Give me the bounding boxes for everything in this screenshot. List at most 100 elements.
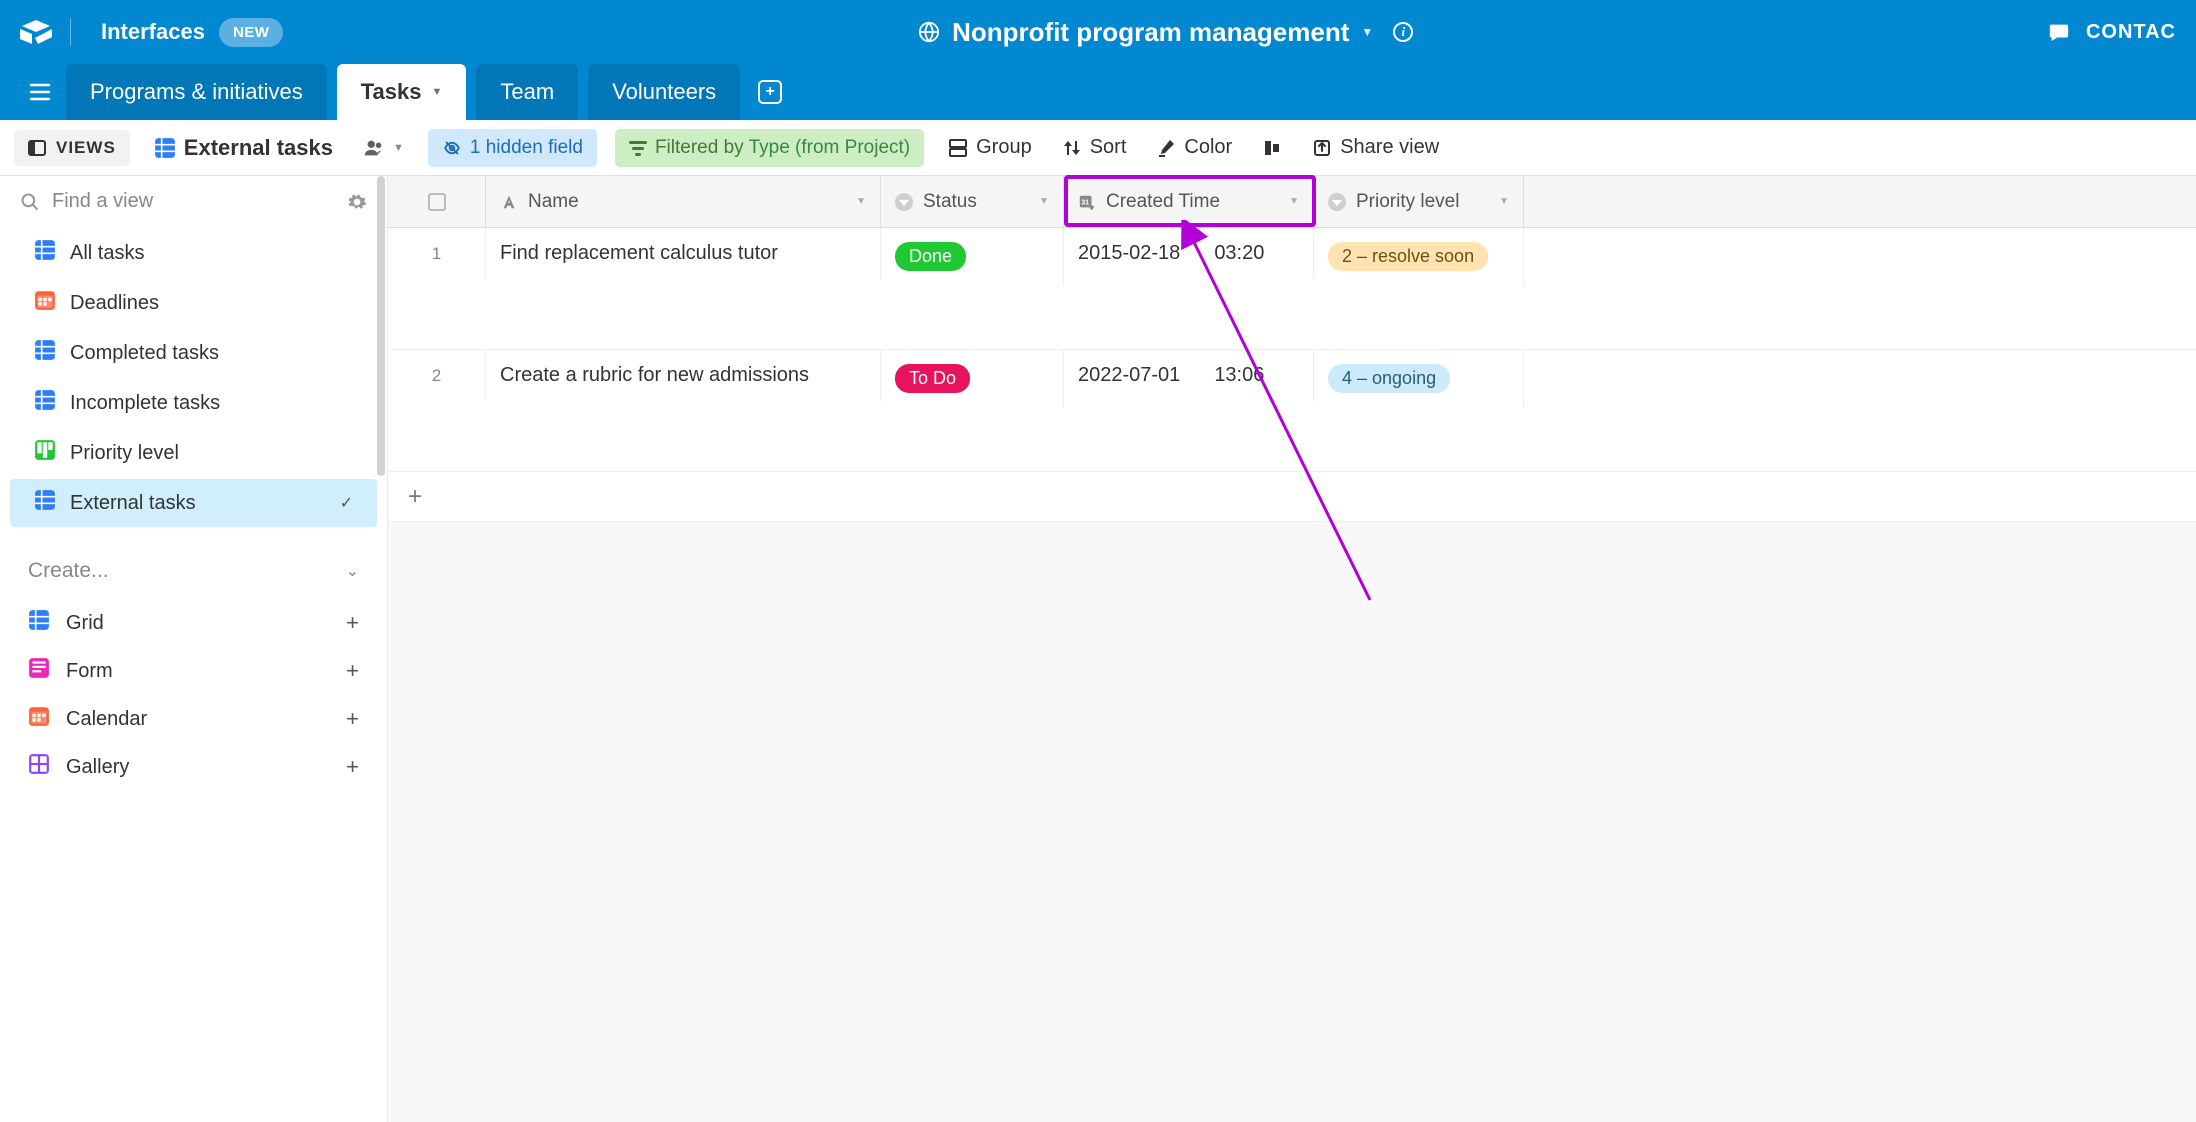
hidden-fields-label: 1 hidden field bbox=[470, 137, 583, 159]
tab-tasks[interactable]: Tasks▼ bbox=[337, 64, 467, 120]
check-icon: ✓ bbox=[340, 493, 353, 513]
grid-icon bbox=[28, 609, 50, 637]
gallery-icon bbox=[28, 753, 50, 781]
filter-button[interactable]: Filtered by Type (from Project) bbox=[615, 129, 924, 167]
hidden-fields-button[interactable]: 1 hidden field bbox=[428, 129, 597, 167]
globe-icon bbox=[918, 21, 940, 43]
column-header-status[interactable]: Status ▼ bbox=[881, 176, 1064, 227]
sort-button[interactable]: Sort bbox=[1056, 130, 1133, 165]
find-view-search[interactable]: Find a view bbox=[0, 176, 387, 227]
logo-icon[interactable] bbox=[20, 20, 52, 44]
grid-icon bbox=[34, 489, 56, 517]
eye-off-icon bbox=[442, 139, 462, 157]
info-icon[interactable]: i bbox=[1393, 22, 1413, 42]
chat-icon[interactable] bbox=[2048, 21, 2070, 43]
main-area: Find a view All tasks DeadlinesCompleted … bbox=[0, 176, 2196, 1122]
create-view-item[interactable]: Calendar + bbox=[0, 695, 387, 743]
chevron-down-icon[interactable]: ▼ bbox=[1499, 196, 1509, 207]
add-row-button[interactable]: + bbox=[388, 472, 2196, 522]
chevron-down-icon[interactable]: ▼ bbox=[856, 196, 866, 207]
group-icon bbox=[948, 138, 968, 158]
sidebar-view-item[interactable]: Incomplete tasks bbox=[10, 379, 377, 427]
sidebar-item-label: All tasks bbox=[70, 242, 144, 265]
cell-status[interactable]: To Do bbox=[881, 350, 1064, 407]
scrollbar[interactable] bbox=[375, 176, 387, 616]
column-header-name[interactable]: Name ▼ bbox=[486, 176, 881, 227]
cell-status[interactable]: Done bbox=[881, 228, 1064, 285]
row-height-button[interactable] bbox=[1256, 132, 1288, 164]
sort-label: Sort bbox=[1090, 136, 1127, 159]
tabs-row: Programs & initiatives Tasks▼ Team Volun… bbox=[0, 64, 2196, 120]
column-header-priority[interactable]: Priority level ▼ bbox=[1314, 176, 1524, 227]
menu-button[interactable] bbox=[20, 64, 60, 120]
chevron-down-icon[interactable]: ▼ bbox=[432, 86, 443, 98]
interfaces-link[interactable]: Interfaces bbox=[101, 19, 205, 45]
tab-programs[interactable]: Programs & initiatives bbox=[66, 64, 327, 120]
chevron-down-icon: ▼ bbox=[393, 142, 404, 154]
view-toolbar: VIEWS External tasks ▼ 1 hidden field Fi… bbox=[0, 120, 2196, 176]
plus-icon: + bbox=[346, 706, 359, 732]
grid-icon bbox=[34, 389, 56, 417]
create-item-label: Calendar bbox=[66, 708, 147, 731]
tab-label: Programs & initiatives bbox=[90, 79, 303, 105]
views-button[interactable]: VIEWS bbox=[14, 130, 130, 166]
share-view-button[interactable]: Share view bbox=[1306, 130, 1445, 165]
gear-icon[interactable] bbox=[347, 192, 367, 212]
chevron-down-icon[interactable]: ▼ bbox=[1039, 196, 1049, 207]
calendar-icon bbox=[28, 705, 50, 733]
group-label: Group bbox=[976, 136, 1032, 159]
sidebar-view-item[interactable]: Deadlines bbox=[10, 279, 377, 327]
share-icon bbox=[1312, 138, 1332, 158]
table-row[interactable]: 1 Find replacement calculus tutor Done 2… bbox=[388, 228, 2196, 350]
column-label: Status bbox=[923, 191, 977, 213]
views-sidebar: Find a view All tasks DeadlinesCompleted … bbox=[0, 176, 388, 1122]
hamburger-icon bbox=[29, 83, 51, 101]
created-time: 13:06 bbox=[1214, 364, 1264, 387]
people-icon bbox=[363, 137, 385, 159]
sidebar-icon bbox=[28, 140, 46, 156]
create-view-item[interactable]: Gallery+ bbox=[0, 743, 387, 791]
row-number: 1 bbox=[388, 228, 486, 278]
grid-icon bbox=[34, 339, 56, 367]
view-switcher[interactable]: External tasks bbox=[148, 129, 339, 167]
cell-created-time[interactable]: 2015-02-1803:20 bbox=[1064, 228, 1314, 279]
cell-created-time[interactable]: 2022-07-0113:06 bbox=[1064, 350, 1314, 401]
cell-name[interactable]: Create a rubric for new admissions bbox=[486, 350, 881, 401]
sidebar-view-item[interactable]: External tasks✓ bbox=[10, 479, 377, 527]
calendar-icon bbox=[34, 289, 56, 317]
base-title-group[interactable]: Nonprofit program management ▼ i bbox=[918, 17, 1413, 48]
sidebar-view-item[interactable]: Priority level bbox=[10, 429, 377, 477]
group-button[interactable]: Group bbox=[942, 130, 1038, 165]
form-icon bbox=[28, 657, 50, 685]
view-name: External tasks bbox=[184, 135, 333, 161]
views-label: VIEWS bbox=[56, 138, 116, 158]
cell-priority[interactable]: 2 – resolve soon bbox=[1314, 228, 1524, 285]
text-field-icon bbox=[500, 193, 518, 211]
collaborators-button[interactable]: ▼ bbox=[357, 131, 410, 165]
new-badge: NEW bbox=[219, 18, 284, 47]
tab-volunteers[interactable]: Volunteers bbox=[588, 64, 740, 120]
sidebar-view-item[interactable]: Completed tasks bbox=[10, 329, 377, 377]
column-header-created-time[interactable]: 31 Created Time ▼ bbox=[1064, 176, 1314, 227]
paint-icon bbox=[1156, 138, 1176, 158]
select-field-icon bbox=[895, 193, 913, 211]
add-table-button[interactable]: + bbox=[750, 64, 790, 120]
table-row[interactable]: 2 Create a rubric for new admissions To … bbox=[388, 350, 2196, 472]
filter-label: Filtered by Type (from Project) bbox=[655, 137, 910, 159]
tab-team[interactable]: Team bbox=[476, 64, 578, 120]
cell-name[interactable]: Find replacement calculus tutor bbox=[486, 228, 881, 279]
sidebar-view-item[interactable]: All tasks bbox=[10, 229, 377, 277]
priority-badge: 4 – ongoing bbox=[1328, 364, 1450, 393]
priority-badge: 2 – resolve soon bbox=[1328, 242, 1488, 271]
chevron-down-icon[interactable]: ▼ bbox=[1289, 196, 1299, 207]
base-title: Nonprofit program management bbox=[952, 17, 1349, 48]
create-view-item[interactable]: Form+ bbox=[0, 647, 387, 695]
grid-icon bbox=[34, 239, 56, 267]
sidebar-item-label: Incomplete tasks bbox=[70, 392, 220, 415]
create-section[interactable]: Create... ⌄ bbox=[0, 543, 387, 599]
contact-link[interactable]: CONTAC bbox=[2086, 21, 2176, 44]
cell-priority[interactable]: 4 – ongoing bbox=[1314, 350, 1524, 407]
color-button[interactable]: Color bbox=[1150, 130, 1238, 165]
create-view-item[interactable]: Grid+ bbox=[0, 599, 387, 647]
select-all-header[interactable] bbox=[388, 176, 486, 227]
